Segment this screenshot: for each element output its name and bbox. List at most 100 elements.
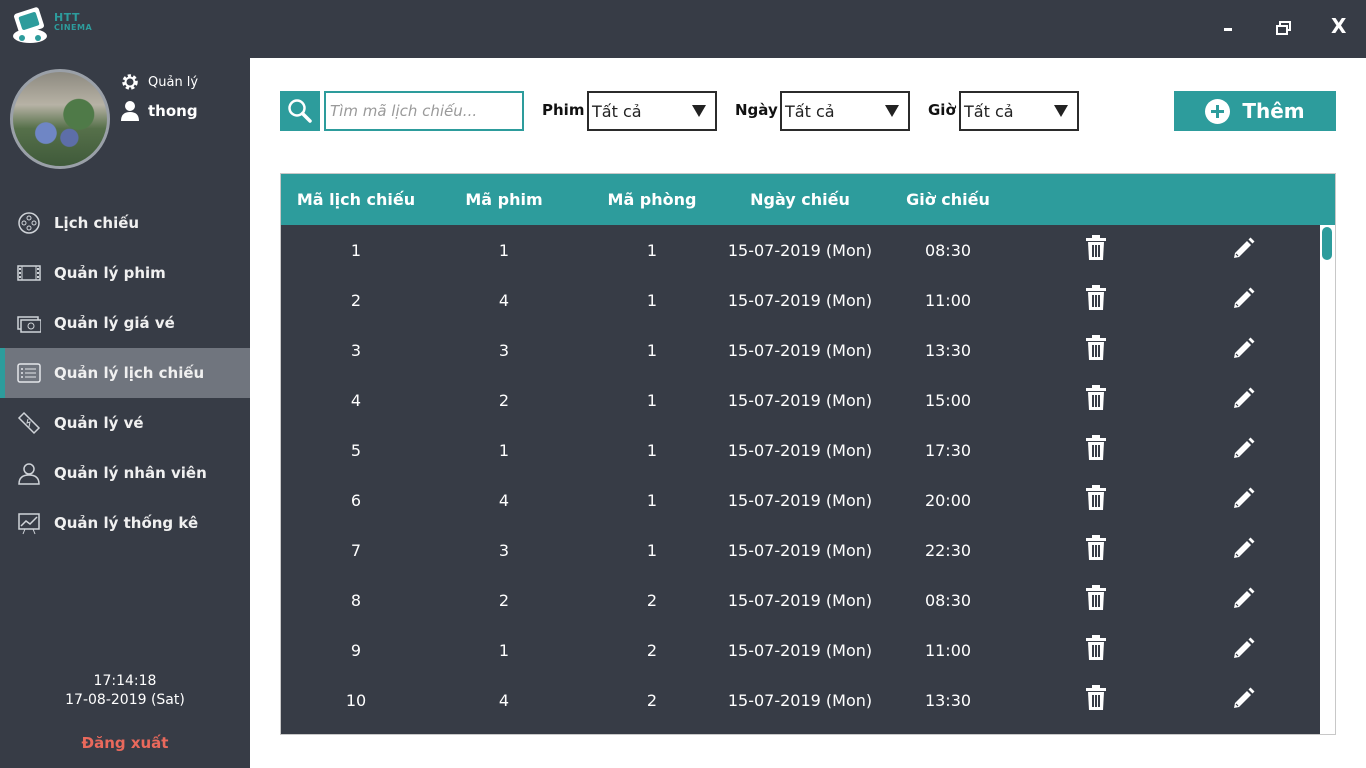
cell-ma-phong: 1: [646, 340, 658, 360]
delete-button[interactable]: [1083, 535, 1109, 563]
delete-button[interactable]: [1083, 585, 1109, 615]
scrollbar-thumb[interactable]: [1322, 227, 1332, 260]
delete-button[interactable]: [1083, 635, 1109, 665]
dropdown-arrow-icon: [692, 105, 706, 117]
filter-phim-value: Tất cả: [592, 101, 642, 121]
cell-ma-phong: 1: [646, 240, 658, 260]
edit-button[interactable]: [1231, 237, 1257, 263]
edit-button[interactable]: [1231, 387, 1257, 413]
filter-ngay-label: Ngày: [735, 101, 778, 119]
sidebar-item-quan-ly-nhan-vien[interactable]: Quản lý nhân viên: [0, 448, 250, 498]
table-row[interactable]: 7 3 1 15-07-2019 (Mon) 22:30: [281, 525, 1321, 575]
sidebar-menu: Lịch chiếu Quản lý phim Quản lý giá vé Q…: [0, 198, 250, 548]
edit-button[interactable]: [1231, 637, 1257, 663]
edit-button[interactable]: [1231, 287, 1257, 313]
cell-ma-phim: 2: [498, 390, 510, 410]
cell-ma-phim: 4: [498, 490, 510, 510]
add-button[interactable]: Thêm: [1174, 91, 1336, 131]
cell-gio-chieu: 11:00: [924, 640, 972, 660]
money-icon: [16, 310, 42, 336]
cell-ma-phim: 3: [498, 540, 510, 560]
clock-time: 17:14:18: [93, 673, 157, 689]
trash-icon: [1085, 435, 1107, 465]
edit-button[interactable]: [1231, 587, 1257, 613]
delete-button[interactable]: [1083, 335, 1109, 365]
filter-ngay-select[interactable]: Tất cả: [780, 91, 910, 131]
table-row[interactable]: 5 1 1 15-07-2019 (Mon) 17:30: [281, 425, 1321, 475]
search-input[interactable]: [324, 91, 524, 131]
column-header-gio-chieu[interactable]: Giờ chiếu: [873, 174, 1023, 225]
delete-button[interactable]: [1083, 385, 1109, 413]
sidebar-item-lich-chieu[interactable]: Lịch chiếu: [0, 198, 250, 248]
table-row[interactable]: 8 2 2 15-07-2019 (Mon) 08:30: [281, 575, 1321, 625]
table-scrollbar[interactable]: [1320, 225, 1335, 734]
cinema-logo-icon: [13, 7, 47, 43]
cell-gio-chieu: 15:00: [924, 390, 972, 410]
logo-line2: CINEMA: [54, 23, 93, 32]
table-row[interactable]: 9 1 2 15-07-2019 (Mon) 11:00: [281, 625, 1321, 675]
cell-ngay-chieu: 15-07-2019 (Mon): [727, 490, 873, 510]
table-row[interactable]: 2 4 1 15-07-2019 (Mon) 11:00: [281, 275, 1321, 325]
sidebar-item-quan-ly-gia-ve[interactable]: Quản lý giá vé: [0, 298, 250, 348]
pencil-icon: [1232, 236, 1256, 264]
username-label: thong: [148, 102, 198, 120]
edit-button[interactable]: [1231, 537, 1257, 563]
edit-button[interactable]: [1231, 337, 1257, 363]
cell-ma-lich-chieu: 8: [350, 590, 362, 610]
cell-gio-chieu: 08:30: [924, 590, 972, 610]
delete-button[interactable]: [1083, 235, 1109, 263]
restore-button[interactable]: [1276, 20, 1292, 35]
app-logo: HTT CINEMA: [10, 6, 93, 46]
cell-gio-chieu: 20:00: [924, 490, 972, 510]
sidebar-item-quan-ly-phim[interactable]: Quản lý phim: [0, 248, 250, 298]
trash-icon: [1085, 335, 1107, 365]
title-bar: HTT CINEMA X: [0, 0, 1366, 58]
filter-gio-label: Giờ: [928, 101, 956, 119]
cell-ma-phong: 1: [646, 490, 658, 510]
edit-button[interactable]: [1231, 437, 1257, 463]
delete-button[interactable]: [1083, 285, 1109, 313]
user-icon: [121, 101, 139, 121]
filter-gio-select[interactable]: Tất cả: [959, 91, 1079, 131]
pencil-icon: [1232, 636, 1256, 664]
cell-ma-phong: 2: [646, 690, 658, 710]
delete-button[interactable]: [1083, 435, 1109, 465]
column-header-ma-phim[interactable]: Mã phim: [431, 174, 577, 225]
filter-phim-label: Phim: [542, 101, 585, 119]
cell-ngay-chieu: 15-07-2019 (Mon): [727, 690, 873, 710]
column-header-ma-lich-chieu[interactable]: Mã lịch chiếu: [281, 174, 431, 225]
sidebar-item-quan-ly-lich-chieu[interactable]: Quản lý lịch chiếu: [0, 348, 250, 398]
column-header-ngay-chieu[interactable]: Ngày chiếu: [727, 174, 873, 225]
edit-button[interactable]: [1231, 687, 1257, 713]
cell-ma-phim: 1: [498, 240, 510, 260]
sidebar-item-quan-ly-ve[interactable]: Quản lý vé: [0, 398, 250, 448]
cell-ma-phim: 2: [498, 590, 510, 610]
pencil-icon: [1232, 436, 1256, 464]
sidebar-item-quan-ly-thong-ke[interactable]: Quản lý thống kê: [0, 498, 250, 548]
delete-button[interactable]: [1083, 485, 1109, 513]
table-row[interactable]: 4 2 1 15-07-2019 (Mon) 15:00: [281, 375, 1321, 425]
filter-phim-select[interactable]: Tất cả: [587, 91, 717, 131]
clock: 17:14:18 17-08-2019 (Sat): [0, 672, 250, 710]
table-row[interactable]: 3 3 1 15-07-2019 (Mon) 13:30: [281, 325, 1321, 375]
search-button[interactable]: [280, 91, 320, 131]
delete-button[interactable]: [1083, 685, 1109, 713]
logo-line1: HTT: [54, 11, 80, 24]
pencil-icon: [1232, 486, 1256, 514]
trash-icon: [1085, 635, 1107, 665]
cell-ma-lich-chieu: 10: [345, 690, 367, 710]
logout-button[interactable]: Đăng xuất: [0, 734, 250, 752]
sidebar-item-label: Quản lý thống kê: [54, 514, 199, 532]
edit-button[interactable]: [1231, 487, 1257, 513]
minimize-button[interactable]: [1222, 18, 1234, 31]
schedule-list-icon: [16, 360, 42, 386]
column-header-ma-phong[interactable]: Mã phòng: [577, 174, 727, 225]
cell-ma-phong: 1: [646, 440, 658, 460]
table-row[interactable]: 6 4 1 15-07-2019 (Mon) 20:00: [281, 475, 1321, 525]
clock-date: 17-08-2019 (Sat): [65, 692, 185, 708]
trash-icon: [1085, 585, 1107, 615]
table-row[interactable]: 10 4 2 15-07-2019 (Mon) 13:30: [281, 675, 1321, 725]
table-row[interactable]: 1 1 1 15-07-2019 (Mon) 08:30: [281, 225, 1321, 275]
sidebar-item-label: Lịch chiếu: [54, 214, 140, 232]
close-button[interactable]: X: [1331, 14, 1346, 38]
